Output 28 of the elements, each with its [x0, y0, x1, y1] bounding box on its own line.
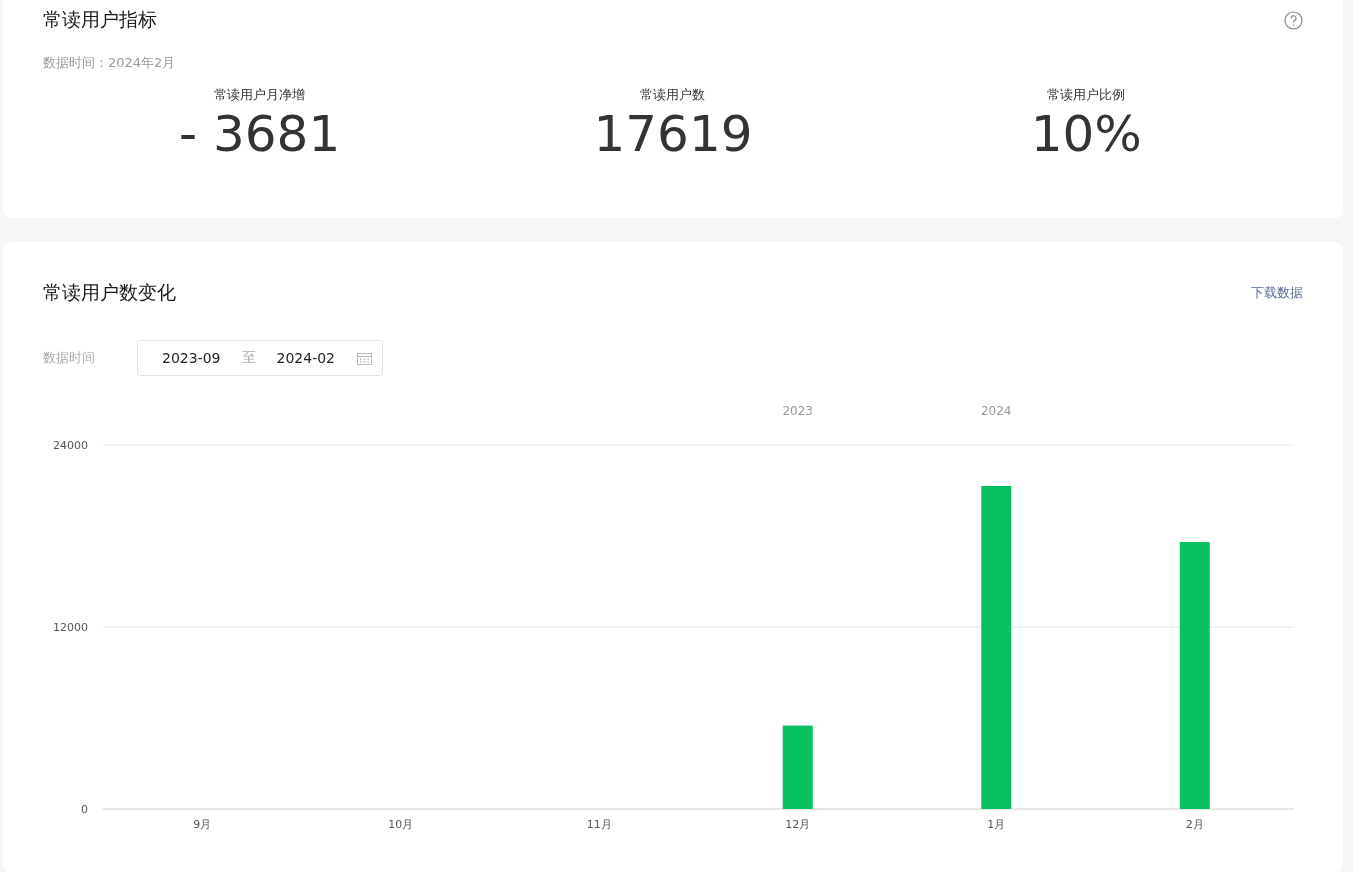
- x-axis-label: 2月: [1185, 818, 1204, 831]
- range-separator: 至: [241, 349, 256, 367]
- year-label: 2023: [782, 404, 813, 418]
- x-axis-label: 9月: [193, 818, 212, 831]
- metric-label: 常读用户数: [640, 86, 706, 104]
- x-axis-label: 11月: [586, 818, 612, 831]
- data-time: 数据时间：2024年2月: [43, 54, 177, 72]
- start-date: 2023-09: [162, 350, 221, 366]
- metric-value: - 3681: [179, 107, 341, 162]
- end-date: 2024-02: [276, 350, 335, 366]
- metric-label: 常读用户月净增: [214, 86, 306, 104]
- x-axis-label: 10月: [388, 818, 414, 831]
- card-title: 常读用户指标: [43, 7, 157, 32]
- card-title: 常读用户数变化: [43, 280, 176, 305]
- y-axis-label: 0: [81, 803, 88, 816]
- metric-value: 17619: [593, 107, 753, 162]
- metric-label: 常读用户比例: [1047, 86, 1126, 104]
- calendar-icon: [357, 351, 372, 365]
- x-axis-label: 12月: [785, 818, 811, 831]
- year-label: 2024: [981, 404, 1012, 418]
- y-axis-label: 24000: [53, 439, 88, 452]
- date-range-picker[interactable]: 2023-09 至 2024-02: [137, 340, 383, 376]
- metric-value: 10%: [1030, 107, 1142, 162]
- date-label: 数据时间: [43, 349, 96, 367]
- help-icon[interactable]: [1284, 10, 1303, 30]
- y-axis-label: 12000: [53, 621, 88, 634]
- x-axis-label: 1月: [987, 818, 1006, 831]
- download-data-link[interactable]: 下载数据: [1251, 284, 1303, 302]
